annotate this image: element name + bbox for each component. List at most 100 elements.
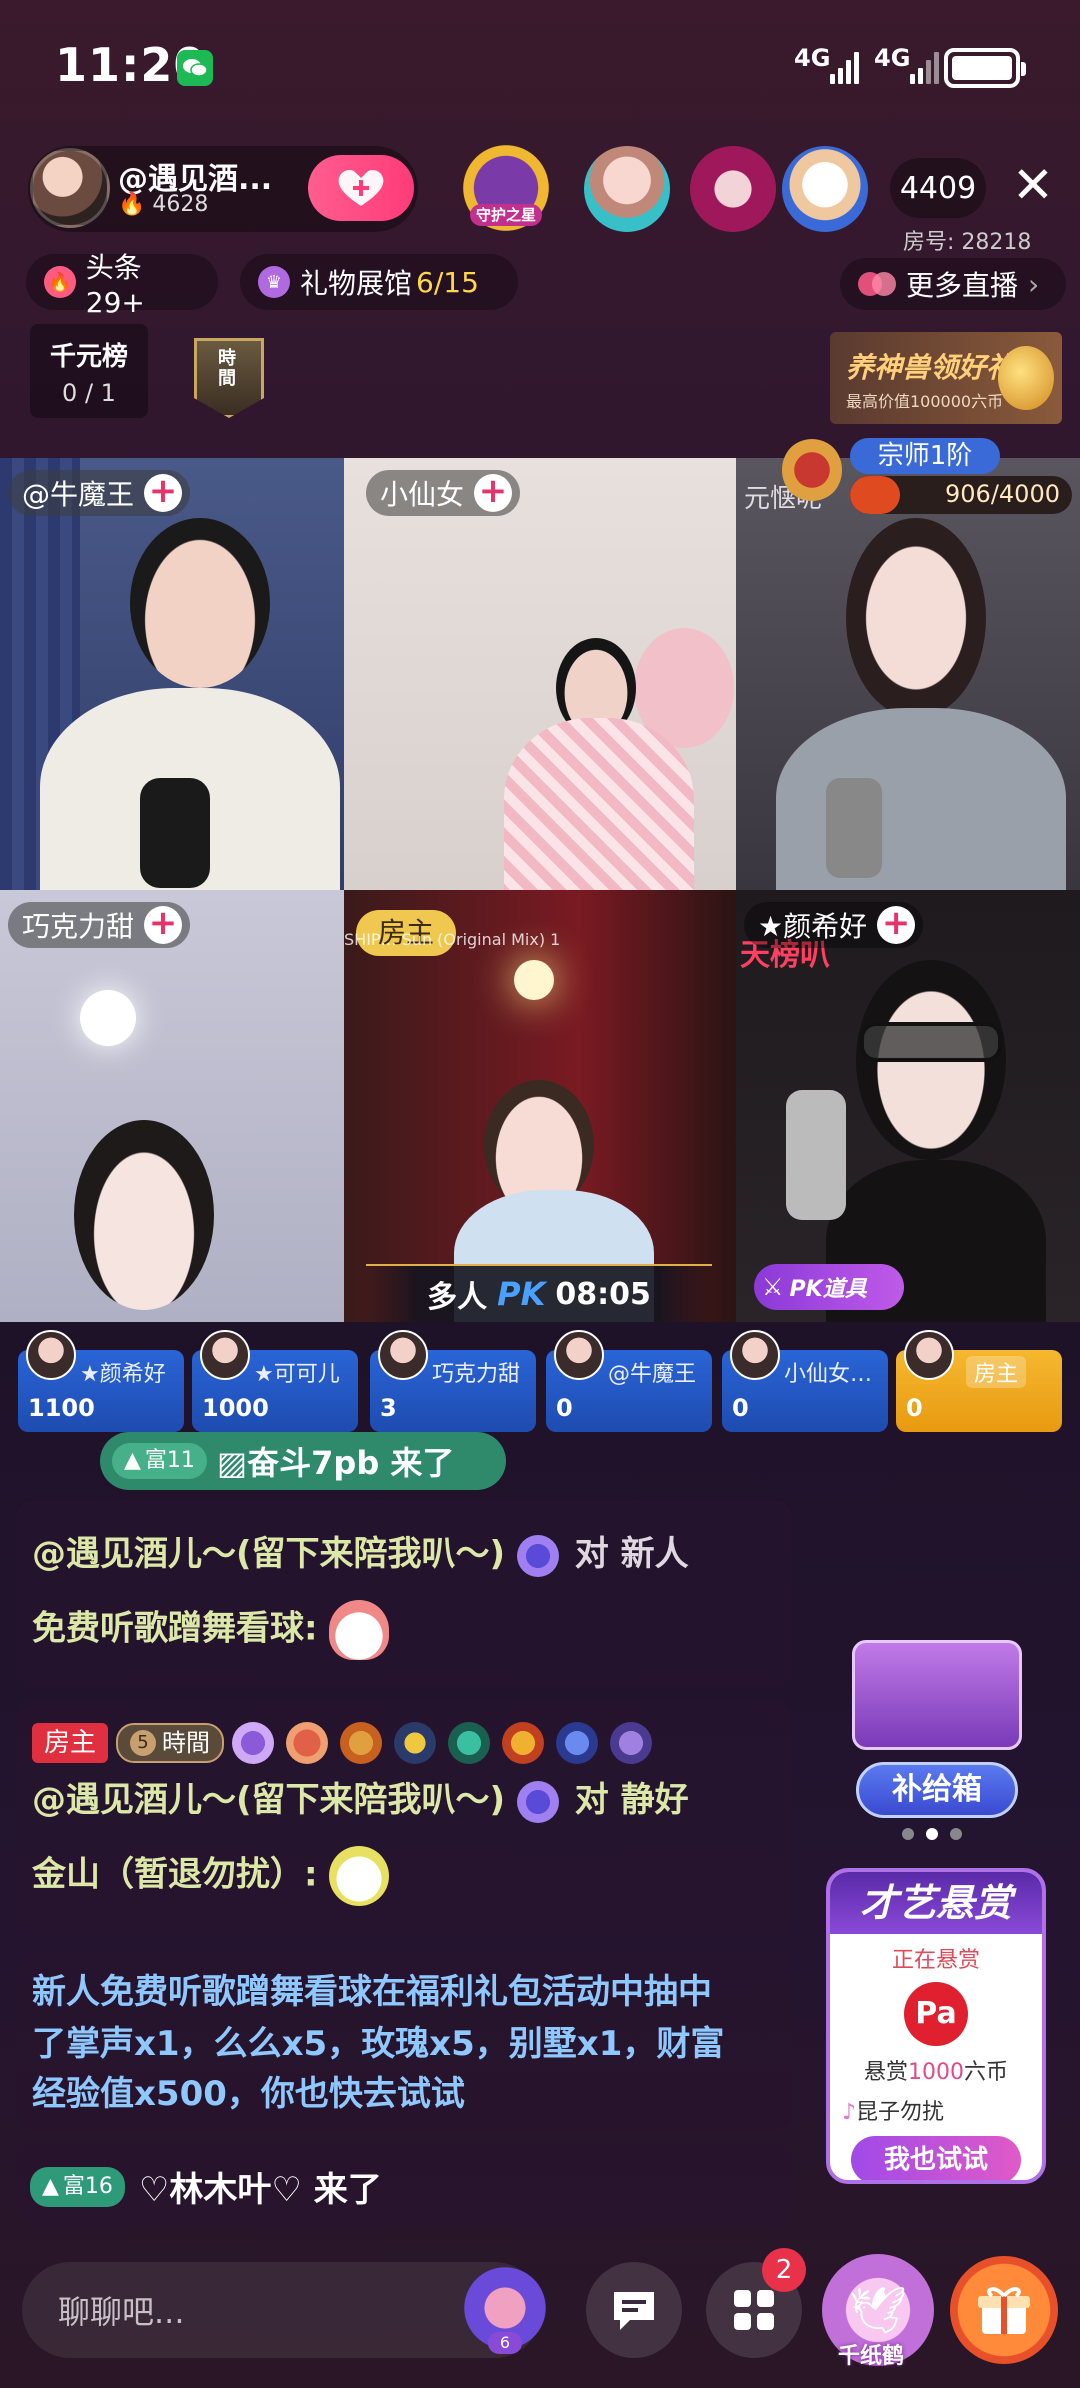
pk-timer: 08:05 — [555, 1276, 651, 1312]
talent-reward-card[interactable]: 才艺悬赏 正在悬赏 Pa 悬赏1000六币 ♪昆子勿扰 我也试试 — [826, 1868, 1046, 2184]
avatar — [904, 1330, 954, 1380]
room-number: 房号: 28218 — [903, 230, 1032, 255]
rank-board[interactable]: 千元榜 0 / 1 — [30, 324, 148, 418]
video-name-pill[interactable]: ★颜希好 + — [744, 902, 924, 948]
medal-icon — [394, 1722, 437, 1764]
paper-crane-button[interactable]: 🕊 千纸鹤 — [822, 2254, 934, 2369]
streamer-body — [504, 718, 694, 890]
time-badge[interactable]: 時間 — [194, 338, 264, 418]
chat-content: 金山（暂退勿扰）: — [32, 1846, 390, 1906]
apps-button[interactable]: 2 — [706, 2248, 806, 2358]
video-cell-4[interactable]: 巧克力甜 + — [0, 890, 344, 1322]
score-value: 1000 — [202, 1394, 269, 1422]
streamer-body — [776, 708, 1066, 890]
battery-icon — [944, 48, 1026, 88]
gift-hall-chip[interactable]: ♛ 礼物展馆 6/15 — [240, 254, 518, 310]
grid-icon — [734, 2290, 774, 2330]
video-name-pill[interactable]: 小仙女 + — [366, 470, 521, 516]
system-line-3: 经验值x500，你也快去试试 — [32, 2074, 465, 2114]
swords-icon: ⚔ — [762, 1273, 784, 1301]
pk-banner: 多人 PK 08:05 — [366, 1264, 712, 1322]
score-card[interactable]: ★可可儿 1000 — [192, 1330, 358, 1432]
system-line-2: 了掌声x1，么么x5，玫瑰x5，别墅x1，财富 — [32, 2024, 725, 2064]
score-card[interactable]: ★颜希好 1100 — [18, 1330, 184, 1432]
rank-value: 0 / 1 — [62, 379, 116, 407]
score-value: 3 — [380, 1394, 397, 1422]
owner-role-badge: 房主 — [32, 1723, 109, 1763]
carousel-dots — [902, 1828, 962, 1840]
wealth-level-badge: ▲ 富11 — [112, 1443, 207, 1479]
talent-reward: 悬赏1000六币 — [830, 2054, 1042, 2086]
top-viewer-avatar-1[interactable] — [584, 146, 670, 232]
follow-plus-icon[interactable]: + — [474, 474, 513, 512]
reward-unit: 六币 — [964, 2060, 1009, 2085]
follow-plus-icon[interactable]: + — [877, 906, 916, 944]
supply-box-button[interactable]: 补给箱 — [856, 1762, 1018, 1818]
pk-tool-button[interactable]: ⚔ PK道具 — [754, 1264, 904, 1310]
score-card[interactable]: 小仙女… 0 — [722, 1330, 888, 1432]
sticker-icon — [329, 1846, 390, 1906]
treasure-chest-icon[interactable] — [852, 1640, 1022, 1750]
sticker-icon — [329, 1600, 390, 1660]
more-live-icon — [858, 272, 896, 296]
score-card[interactable]: 巧克力甜 3 — [370, 1330, 536, 1432]
top-viewer-avatar-2[interactable] — [690, 146, 776, 232]
score-card[interactable]: @牛魔王 0 — [546, 1330, 712, 1432]
gift-button[interactable] — [950, 2256, 1058, 2364]
entry-text: ▨奋斗7pb 来了 — [216, 1444, 455, 1482]
message-button[interactable] — [586, 2262, 682, 2358]
follow-button[interactable] — [308, 155, 414, 221]
medal-icon — [502, 1722, 545, 1764]
follow-plus-icon[interactable]: + — [144, 906, 183, 944]
talent-song: ♪昆子勿扰 — [842, 2094, 1042, 2126]
chat-bubble-icon — [614, 2292, 654, 2330]
streamer-head — [74, 1120, 214, 1310]
chat-target: 对 新人 — [574, 1534, 689, 1574]
video-cell-1[interactable]: @牛魔王 + — [0, 458, 344, 890]
wish-badge[interactable]: 6 — [460, 2258, 550, 2358]
follow-plus-icon[interactable]: + — [144, 474, 183, 512]
video-name-pill[interactable]: 巧克力甜 + — [8, 902, 191, 948]
system-line-1: 新人免费听歌蹭舞看球在福利礼包活动中抽中 — [32, 1972, 712, 2012]
video-name-pill[interactable]: @牛魔王 + — [8, 470, 191, 516]
chat-sender[interactable]: @遇见酒儿～(留下来陪我叭～) — [32, 1534, 505, 1574]
video-cell-5[interactable]: 房主 SHIP… Sun (Original Mix) 1 — [344, 890, 736, 1322]
video-cell-2[interactable]: 小仙女 + — [344, 458, 736, 890]
score-name: ★可可儿 — [254, 1362, 340, 1387]
chat-sender[interactable]: @遇见酒儿～(留下来陪我叭～) — [32, 1780, 505, 1820]
promo-banner[interactable]: 养神兽领好礼 最高价值100000六币 — [830, 332, 1062, 424]
song-banner: SHIP… Sun (Original Mix) 1 — [344, 930, 561, 949]
streamer-head — [130, 518, 270, 688]
guardian-star-badge[interactable]: 守护之星 — [456, 138, 556, 238]
pa-logo-icon: Pa — [904, 1982, 968, 2046]
signal-label-1: 4G — [794, 44, 831, 72]
time-badge-label: 時間 — [218, 348, 236, 389]
top-viewer-avatar-3[interactable] — [782, 146, 868, 232]
headline-label: 头条29+ — [85, 250, 145, 319]
entry-text: ♡林木叶♡ 来了 — [138, 2170, 382, 2210]
headline-chip[interactable]: 🔥 头条29+ — [26, 251, 218, 319]
ring-light — [80, 990, 136, 1046]
video-cell-6[interactable]: 天榜叭 ★颜希好 + ⚔ PK道具 — [736, 890, 1080, 1322]
avatar — [378, 1330, 428, 1380]
reward-amount: 1000 — [908, 2060, 964, 2085]
score-card-owner[interactable]: 房主 0 — [896, 1330, 1062, 1432]
medal-icon — [610, 1722, 653, 1764]
time-label: 時間 — [162, 1729, 211, 1757]
try-button[interactable]: 我也试试 — [851, 2136, 1021, 2180]
more-live-chip[interactable]: 更多直播 › — [840, 258, 1066, 310]
video-cell-3[interactable]: 元惬呢 — [736, 458, 1080, 890]
close-icon[interactable]: ✕ — [1012, 160, 1054, 210]
chat-text: 免费听歌蹭舞看球: — [32, 1608, 318, 1649]
host-avatar[interactable] — [30, 148, 110, 228]
triangle-icon: ▲ — [124, 1448, 141, 1473]
gift-icon — [978, 2287, 1030, 2334]
viewer-count[interactable]: 4409 — [890, 158, 986, 218]
chevron-right-icon: › — [1028, 267, 1040, 301]
chat-line: @遇见酒儿～(留下来陪我叭～) 对 新人 — [32, 1526, 689, 1577]
level-progress-text: 906/4000 — [945, 480, 1060, 508]
sunglasses — [860, 1022, 1002, 1062]
paper-crane-icon: 🕊 — [848, 2282, 908, 2337]
gift-hall-icon: ♛ — [258, 266, 290, 298]
avatar — [200, 1330, 250, 1380]
